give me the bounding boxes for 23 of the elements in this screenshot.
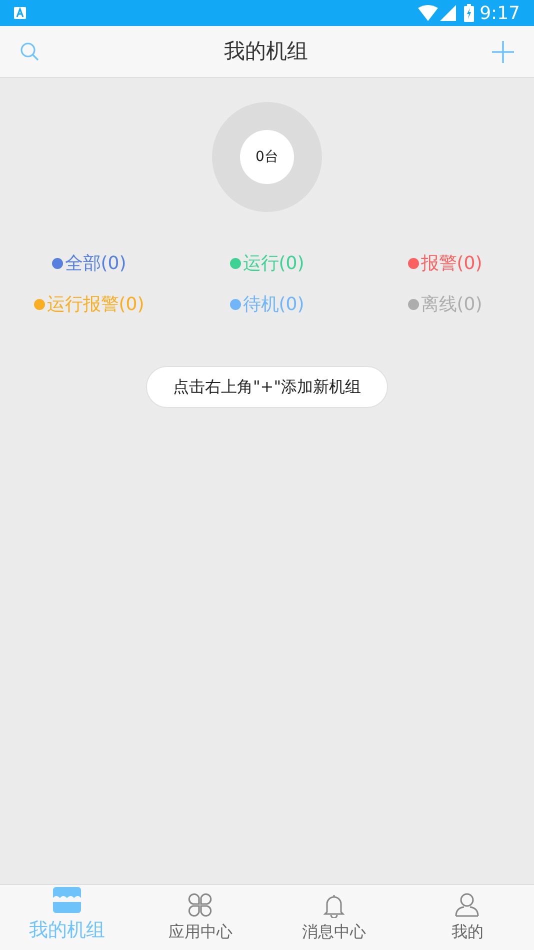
signal-icon: [440, 5, 456, 21]
clock-text: 9:17: [480, 2, 520, 26]
add-button[interactable]: [492, 40, 514, 62]
add-unit-hint[interactable]: 点击右上角"+"添加新机组: [146, 366, 388, 408]
page-title: 我的机组: [224, 38, 308, 65]
status-filter[interactable]: 全部(0): [64, 250, 126, 277]
nav-tab[interactable]: 应用中心: [134, 885, 267, 950]
status-filter[interactable]: 运行(0): [242, 250, 304, 277]
bell-icon: [322, 894, 346, 918]
status-filter[interactable]: 运行报警(0): [46, 291, 144, 318]
clover-icon: [187, 892, 214, 918]
status-filter[interactable]: 报警(0): [420, 250, 482, 277]
battery-icon: [464, 4, 474, 22]
search-button[interactable]: [20, 42, 40, 62]
nav-tab[interactable]: 我的机组: [0, 885, 134, 950]
nav-tab[interactable]: 消息中心: [267, 885, 400, 950]
unit-count: 0台: [256, 148, 278, 166]
nav-tab[interactable]: 我的: [400, 885, 534, 950]
app-notification-icon: [14, 7, 26, 19]
wifi-icon: [418, 5, 438, 21]
status-filter[interactable]: 离线(0): [420, 291, 482, 318]
status-filter[interactable]: 待机(0): [242, 291, 304, 318]
person-icon: [454, 892, 480, 918]
